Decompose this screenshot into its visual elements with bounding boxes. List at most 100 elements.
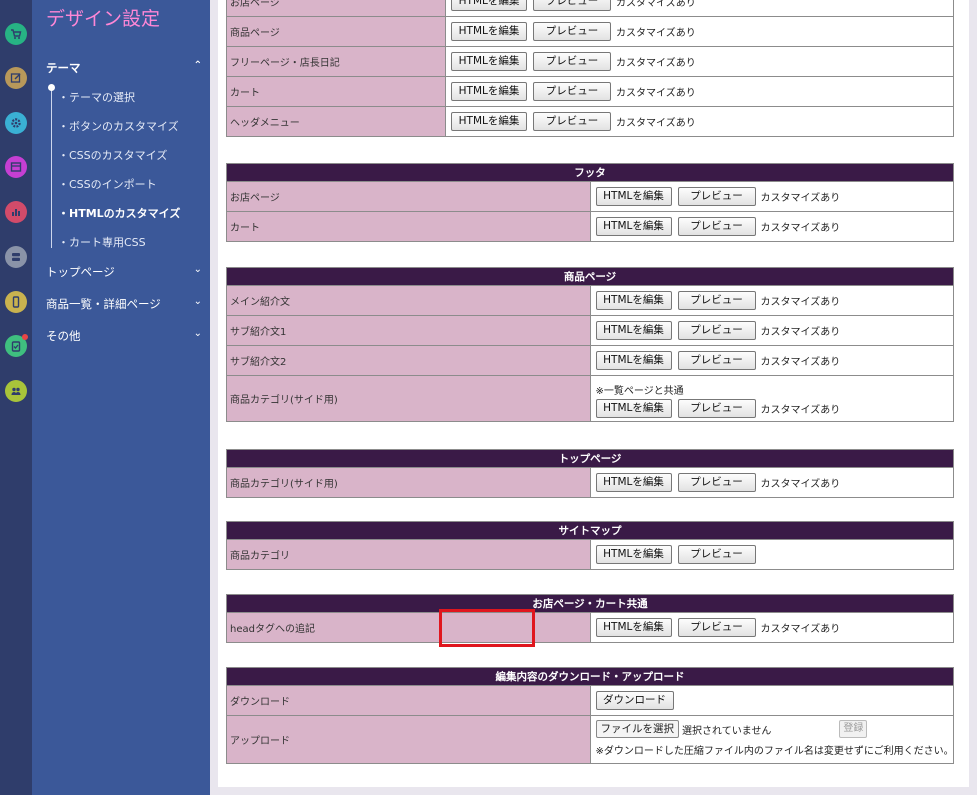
row-label: ダウンロード <box>226 685 591 716</box>
server-icon[interactable] <box>5 246 27 268</box>
sidebar-subitem-css-customize[interactable]: ・CSSのカスタマイズ <box>58 147 167 163</box>
sidebar: デザイン設定 テーマ ⌃ ・テーマの選択 ・ボタンのカスタマイズ ・CSSのカス… <box>32 0 210 795</box>
customized-status: カスタマイズあり <box>616 28 696 39</box>
gear-icon[interactable] <box>5 112 27 134</box>
chevron-down-icon: ⌄ <box>193 264 202 275</box>
preview-button[interactable]: プレビュー <box>533 82 611 101</box>
choose-file-button[interactable]: ファイルを選択 <box>595 720 679 738</box>
row-label: 商品カテゴリ(サイド用) <box>226 467 591 498</box>
table-row: アップロード ファイルを選択 選択されていません 登録 ※ダウンロードした圧縮ファイ… <box>226 715 954 764</box>
table-row: ダウンロード ダウンロード <box>226 685 954 716</box>
chevron-down-icon: ⌄ <box>193 328 202 339</box>
register-button[interactable]: 登録 <box>839 720 868 738</box>
preview-button[interactable]: プレビュー <box>677 187 756 206</box>
row-label: カート <box>226 211 591 242</box>
table-row: サブ紹介文1 HTMLを編集 プレビュー カスタマイズあり <box>226 315 954 346</box>
chevron-down-icon: ⌄ <box>193 296 202 307</box>
customized-status: カスタマイズあり <box>760 624 841 635</box>
preview-button[interactable]: プレビュー <box>533 112 611 131</box>
customized-status: カスタマイズあり <box>760 479 841 490</box>
table-row: フリーページ・店長日記 HTMLを編集 プレビュー カスタマイズあり <box>226 46 954 77</box>
chevron-up-icon: ⌃ <box>193 60 202 71</box>
design-icon[interactable] <box>5 156 27 178</box>
header-section: お店ページ HTMLを編集 プレビュー カスタマイズあり 商品ページ HTMLを編集… <box>226 0 954 137</box>
edit-html-button[interactable]: HTMLを編集 <box>451 0 527 11</box>
row-label: サブ紹介文2 <box>226 345 591 376</box>
edit-html-button[interactable]: HTMLを編集 <box>595 291 672 310</box>
edit-html-button[interactable]: HTMLを編集 <box>451 22 527 41</box>
section-title: フッタ <box>226 163 954 182</box>
edit-html-button[interactable]: HTMLを編集 <box>451 82 527 101</box>
preview-button[interactable]: プレビュー <box>677 398 756 418</box>
preview-button[interactable]: プレビュー <box>677 217 756 236</box>
edit-html-button[interactable]: HTMLを編集 <box>451 52 527 71</box>
preview-button[interactable]: プレビュー <box>677 291 756 310</box>
sidebar-item-products-page[interactable]: 商品一覧・詳細ページ ⌄ <box>46 296 202 314</box>
download-button[interactable]: ダウンロード <box>595 691 674 710</box>
sidebar-subitem-css-import[interactable]: ・CSSのインポート <box>58 176 157 192</box>
users-icon[interactable] <box>5 380 27 402</box>
edit-html-button[interactable]: HTMLを編集 <box>451 112 527 131</box>
table-row: お店ページ HTMLを編集 プレビュー カスタマイズあり <box>226 0 954 17</box>
edit-icon[interactable] <box>5 67 27 89</box>
row-label: 商品カテゴリ(サイド用) <box>226 375 591 422</box>
row-label: 商品カテゴリ <box>226 539 591 570</box>
row-label: headタグへの追記 <box>226 612 591 643</box>
table-row: 商品カテゴリ HTMLを編集 プレビュー <box>226 539 954 570</box>
sidebar-subitem-html-customize[interactable]: ・HTMLのカスタマイズ <box>58 205 180 221</box>
row-label: ヘッダメニュー <box>226 106 446 137</box>
download-upload-section: 編集内容のダウンロード・アップロード ダウンロード ダウンロード アップロード … <box>226 667 954 764</box>
preview-button[interactable]: プレビュー <box>677 473 756 492</box>
edit-html-button[interactable]: HTMLを編集 <box>595 545 672 564</box>
preview-button[interactable]: プレビュー <box>533 52 611 71</box>
row-label: サブ紹介文1 <box>226 315 591 346</box>
table-row: メイン紹介文 HTMLを編集 プレビュー カスタマイズあり <box>226 285 954 316</box>
footer-section: フッタ お店ページ HTMLを編集 プレビュー カスタマイズあり カート HTMLを… <box>226 163 954 242</box>
shared-note: ※一覧ページと共通 <box>595 385 684 397</box>
customized-status: カスタマイズあり <box>760 404 841 416</box>
table-row: 商品カテゴリ(サイド用) ※一覧ページと共通 HTMLを編集 プレビュー カスタマイ… <box>226 375 954 422</box>
section-title: サイトマップ <box>226 521 954 540</box>
page-title: デザイン設定 <box>46 8 161 30</box>
preview-button[interactable]: プレビュー <box>677 351 756 370</box>
edit-html-button[interactable]: HTMLを編集 <box>595 473 672 492</box>
preview-button[interactable]: プレビュー <box>533 22 611 41</box>
edit-html-button[interactable]: HTMLを編集 <box>595 321 672 340</box>
preview-button[interactable]: プレビュー <box>677 618 756 637</box>
mobile-icon[interactable] <box>5 291 27 313</box>
section-title: トップページ <box>226 449 954 468</box>
edit-html-button[interactable]: HTMLを編集 <box>595 351 672 370</box>
clipboard-icon[interactable] <box>5 334 28 357</box>
preview-button[interactable]: プレビュー <box>533 0 611 11</box>
sidebar-item-top-page[interactable]: トップページ ⌄ <box>46 264 202 282</box>
table-row: headタグへの追記 HTMLを編集 プレビュー カスタマイズあり <box>226 612 954 643</box>
highlight-box <box>439 609 535 647</box>
preview-button[interactable]: プレビュー <box>677 545 756 564</box>
table-row: カート HTMLを編集 プレビュー カスタマイズあり <box>226 76 954 107</box>
icon-rail <box>0 0 32 795</box>
section-title: 商品ページ <box>226 267 954 286</box>
table-row: ヘッダメニュー HTMLを編集 プレビュー カスタマイズあり <box>226 106 954 137</box>
preview-button[interactable]: プレビュー <box>677 321 756 340</box>
edit-html-button[interactable]: HTMLを編集 <box>595 187 672 206</box>
table-row: 商品カテゴリ(サイド用) HTMLを編集 プレビュー カスタマイズあり <box>226 467 954 498</box>
sidebar-item-other[interactable]: その他 ⌄ <box>46 328 202 346</box>
table-row: お店ページ HTMLを編集 プレビュー カスタマイズあり <box>226 181 954 212</box>
row-label: メイン紹介文 <box>226 285 591 316</box>
edit-html-button[interactable]: HTMLを編集 <box>595 217 672 236</box>
edit-html-button[interactable]: HTMLを編集 <box>595 398 672 418</box>
sidebar-subitem-theme-select[interactable]: ・テーマの選択 <box>58 89 135 105</box>
submenu-line <box>51 88 52 248</box>
row-label: フリーページ・店長日記 <box>226 46 446 77</box>
sidebar-item-theme[interactable]: テーマ ⌃ <box>46 60 202 78</box>
file-status: 選択されていません <box>682 725 772 737</box>
customized-status: カスタマイズあり <box>616 118 696 129</box>
edit-html-button[interactable]: HTMLを編集 <box>595 618 672 637</box>
sitemap-section: サイトマップ 商品カテゴリ HTMLを編集 プレビュー <box>226 521 954 570</box>
chart-icon[interactable] <box>5 201 27 223</box>
sidebar-subitem-button-customize[interactable]: ・ボタンのカスタマイズ <box>58 118 179 134</box>
sidebar-item-label: テーマ <box>46 61 81 75</box>
cart-icon[interactable] <box>5 23 27 45</box>
sidebar-subitem-cart-css[interactable]: ・カート専用CSS <box>58 234 146 250</box>
notification-dot <box>22 334 28 340</box>
